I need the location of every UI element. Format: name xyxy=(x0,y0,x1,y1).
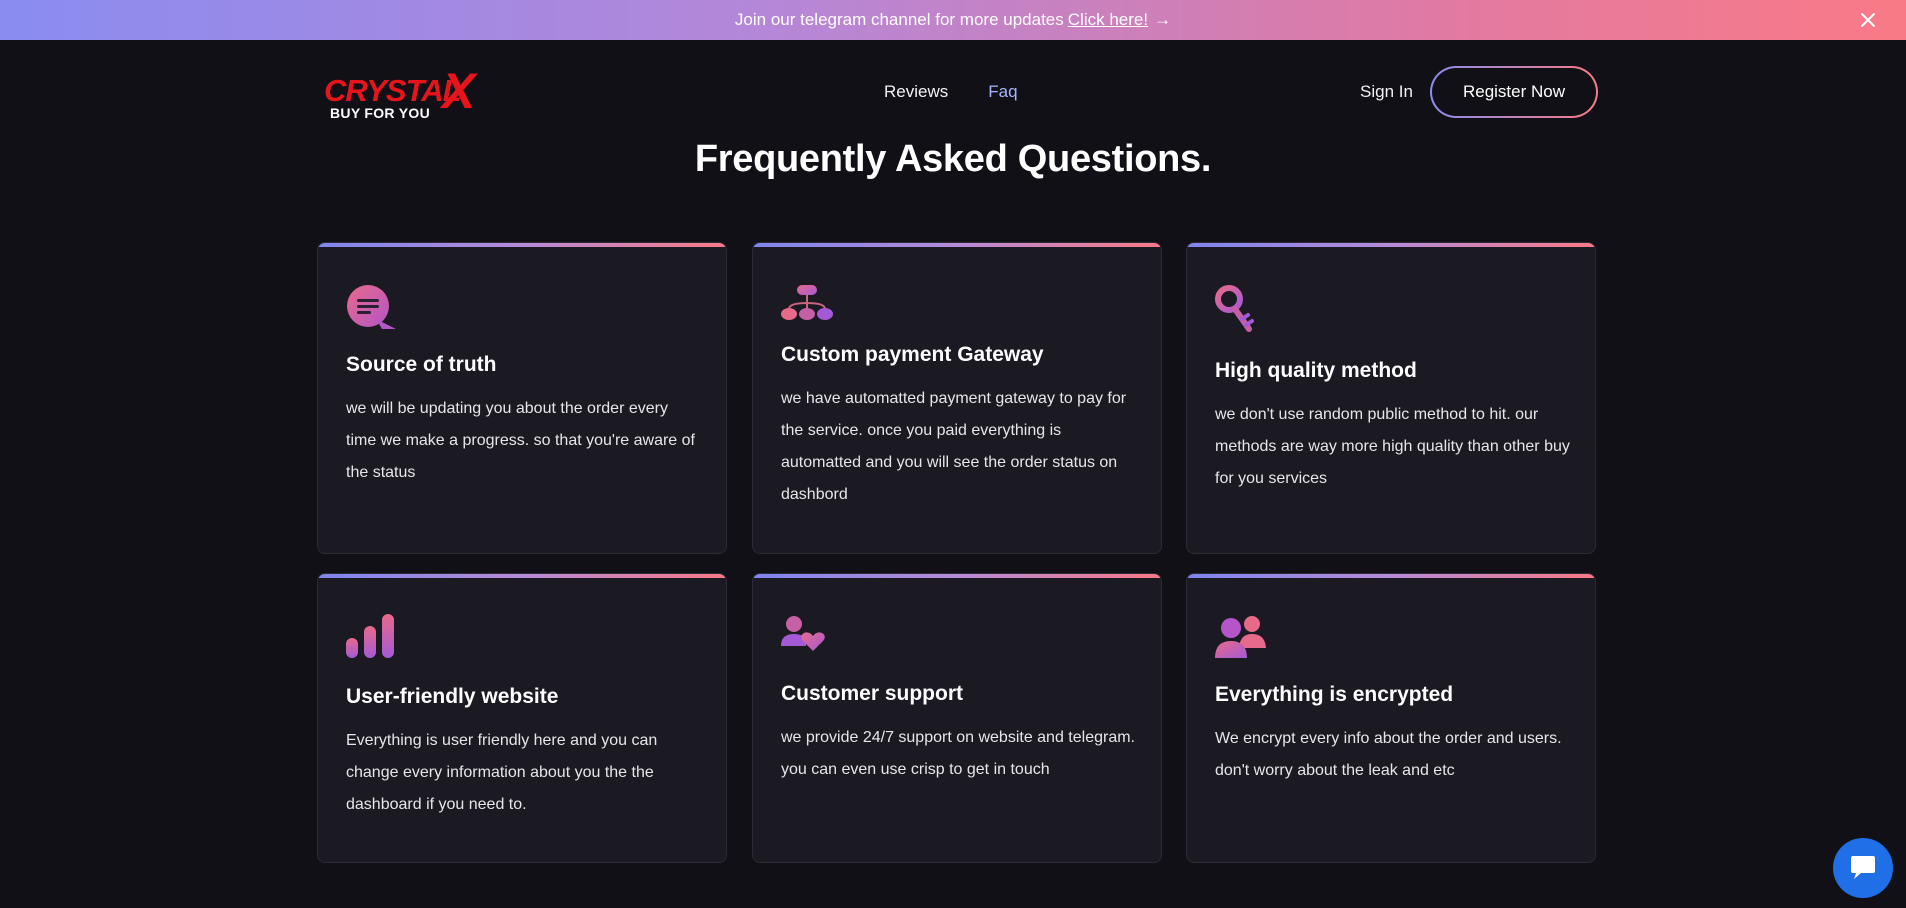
logo-wordmark: CRYSTAL xyxy=(324,73,462,108)
card-title: Source of truth xyxy=(346,353,497,376)
card-title: Everything is encrypted xyxy=(1215,683,1454,706)
chat-widget-button[interactable] xyxy=(1833,838,1893,898)
arrow-right-icon: → xyxy=(1154,10,1172,29)
card-text: we provide 24/7 support on website and t… xyxy=(781,729,1135,778)
faq-card: User-friendly website Everything is user… xyxy=(317,573,727,863)
card-title: Custom payment Gateway xyxy=(781,343,1044,366)
faq-card: Custom payment Gateway we have automatte… xyxy=(752,242,1162,554)
card-text: we don't use random public method to hit… xyxy=(1215,406,1570,487)
register-button-label: Register Now xyxy=(1432,68,1596,116)
announcement-banner: Join our telegram channel for more updat… xyxy=(0,0,1906,40)
nav-link-faq[interactable]: Faq xyxy=(988,82,1017,102)
card-title: User-friendly website xyxy=(346,685,559,708)
close-icon[interactable] xyxy=(1856,8,1880,32)
card-text: we have automatted payment gateway to pa… xyxy=(781,390,1127,503)
bar-chart-icon xyxy=(346,614,394,658)
nav-links: Reviews Faq xyxy=(884,82,1018,102)
chat-icon xyxy=(1851,856,1875,879)
banner-link[interactable]: Click here! xyxy=(1068,10,1148,30)
users-icon xyxy=(1215,616,1266,658)
faq-card: High quality method we don't use random … xyxy=(1186,242,1596,554)
hierarchy-icon xyxy=(781,285,833,320)
page-title: Frequently Asked Questions. xyxy=(694,138,1212,180)
faq-card: Source of truth we will be updating you … xyxy=(317,242,727,554)
key-icon xyxy=(1215,285,1254,332)
logo[interactable]: CRYSTAL X BUY FOR YOU xyxy=(324,66,494,122)
card-text: Everything is user friendly here and you… xyxy=(346,732,658,813)
register-button[interactable]: Register Now xyxy=(1430,66,1598,118)
nav-link-reviews[interactable]: Reviews xyxy=(884,82,948,102)
card-title: Customer support xyxy=(781,682,964,705)
user-heart-icon xyxy=(781,616,825,651)
faq-card: Everything is encrypted We encrypt every… xyxy=(1186,573,1596,863)
navbar: CRYSTAL X BUY FOR YOU Reviews Faq Sign I… xyxy=(0,40,1906,144)
card-text: we will be updating you about the order … xyxy=(346,400,695,481)
logo-x: X xyxy=(442,63,476,119)
sign-in-link[interactable]: Sign In xyxy=(1360,82,1413,102)
card-text: We encrypt every info about the order an… xyxy=(1215,730,1562,779)
card-title: High quality method xyxy=(1215,359,1417,382)
chat-bubble-icon xyxy=(347,285,396,329)
logo-tagline: BUY FOR YOU xyxy=(330,105,431,121)
faq-card: Customer support we provide 24/7 support… xyxy=(752,573,1162,863)
banner-text: Join our telegram channel for more updat… xyxy=(734,10,1064,29)
